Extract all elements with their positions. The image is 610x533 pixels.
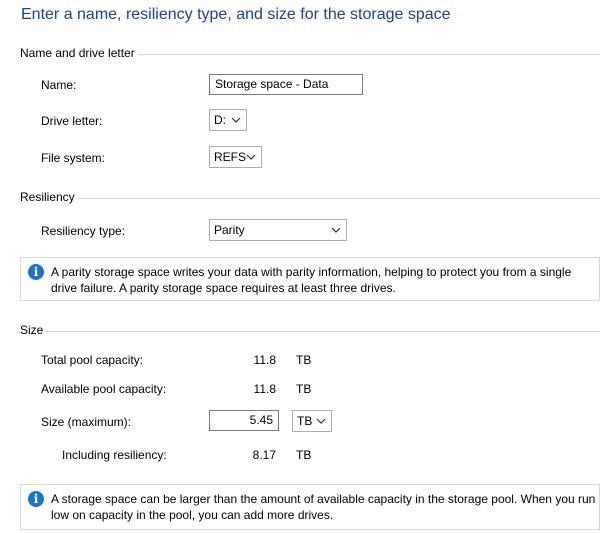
section-title-size: Size xyxy=(20,323,47,337)
drive-letter-select[interactable]: D: xyxy=(209,109,247,131)
drive-letter-value: D: xyxy=(214,113,226,127)
available-capacity-unit: TB xyxy=(296,382,312,396)
resiliency-info-text: A parity storage space writes your data … xyxy=(51,265,572,295)
chevron-down-icon xyxy=(230,110,242,130)
section-divider xyxy=(20,331,600,332)
size-unit-value: TB xyxy=(297,414,313,428)
info-icon: i xyxy=(28,491,44,507)
available-capacity-label: Available pool capacity: xyxy=(41,382,167,396)
size-unit-select[interactable]: TB xyxy=(292,410,332,432)
section-divider xyxy=(20,198,600,199)
size-input[interactable]: 5.45 xyxy=(209,410,279,431)
total-capacity-value: 11.8 xyxy=(253,353,276,367)
including-resiliency-unit: TB xyxy=(296,448,312,462)
resiliency-info-box: i A parity storage space writes your dat… xyxy=(20,257,600,301)
resiliency-type-select[interactable]: Parity xyxy=(209,219,347,241)
size-info-box: i A storage space can be larger than the… xyxy=(20,484,600,530)
chevron-down-icon xyxy=(315,411,327,431)
resiliency-type-value: Parity xyxy=(214,223,245,237)
file-system-label: File system: xyxy=(41,151,106,165)
resiliency-type-label: Resiliency type: xyxy=(41,224,126,238)
file-system-select[interactable]: REFS xyxy=(209,146,262,168)
file-system-value: REFS xyxy=(214,150,247,164)
including-resiliency-label: Including resiliency: xyxy=(62,448,167,462)
name-input[interactable]: Storage space - Data xyxy=(209,74,363,95)
total-capacity-label: Total pool capacity: xyxy=(41,353,144,367)
section-title-name: Name and drive letter xyxy=(20,46,138,60)
drive-letter-label: Drive letter: xyxy=(41,114,103,128)
name-label: Name: xyxy=(41,78,77,92)
size-info-text: A storage space can be larger than the a… xyxy=(51,492,596,522)
info-icon: i xyxy=(28,264,44,280)
chevron-down-icon xyxy=(245,147,257,167)
section-title-resiliency: Resiliency xyxy=(20,190,78,204)
available-capacity-value: 11.8 xyxy=(253,382,276,396)
page-title: Enter a name, resiliency type, and size … xyxy=(21,6,451,23)
including-resiliency-value: 8.17 xyxy=(252,448,276,462)
total-capacity-unit: TB xyxy=(296,353,312,367)
chevron-down-icon xyxy=(330,220,342,240)
size-label: Size (maximum): xyxy=(41,415,132,429)
